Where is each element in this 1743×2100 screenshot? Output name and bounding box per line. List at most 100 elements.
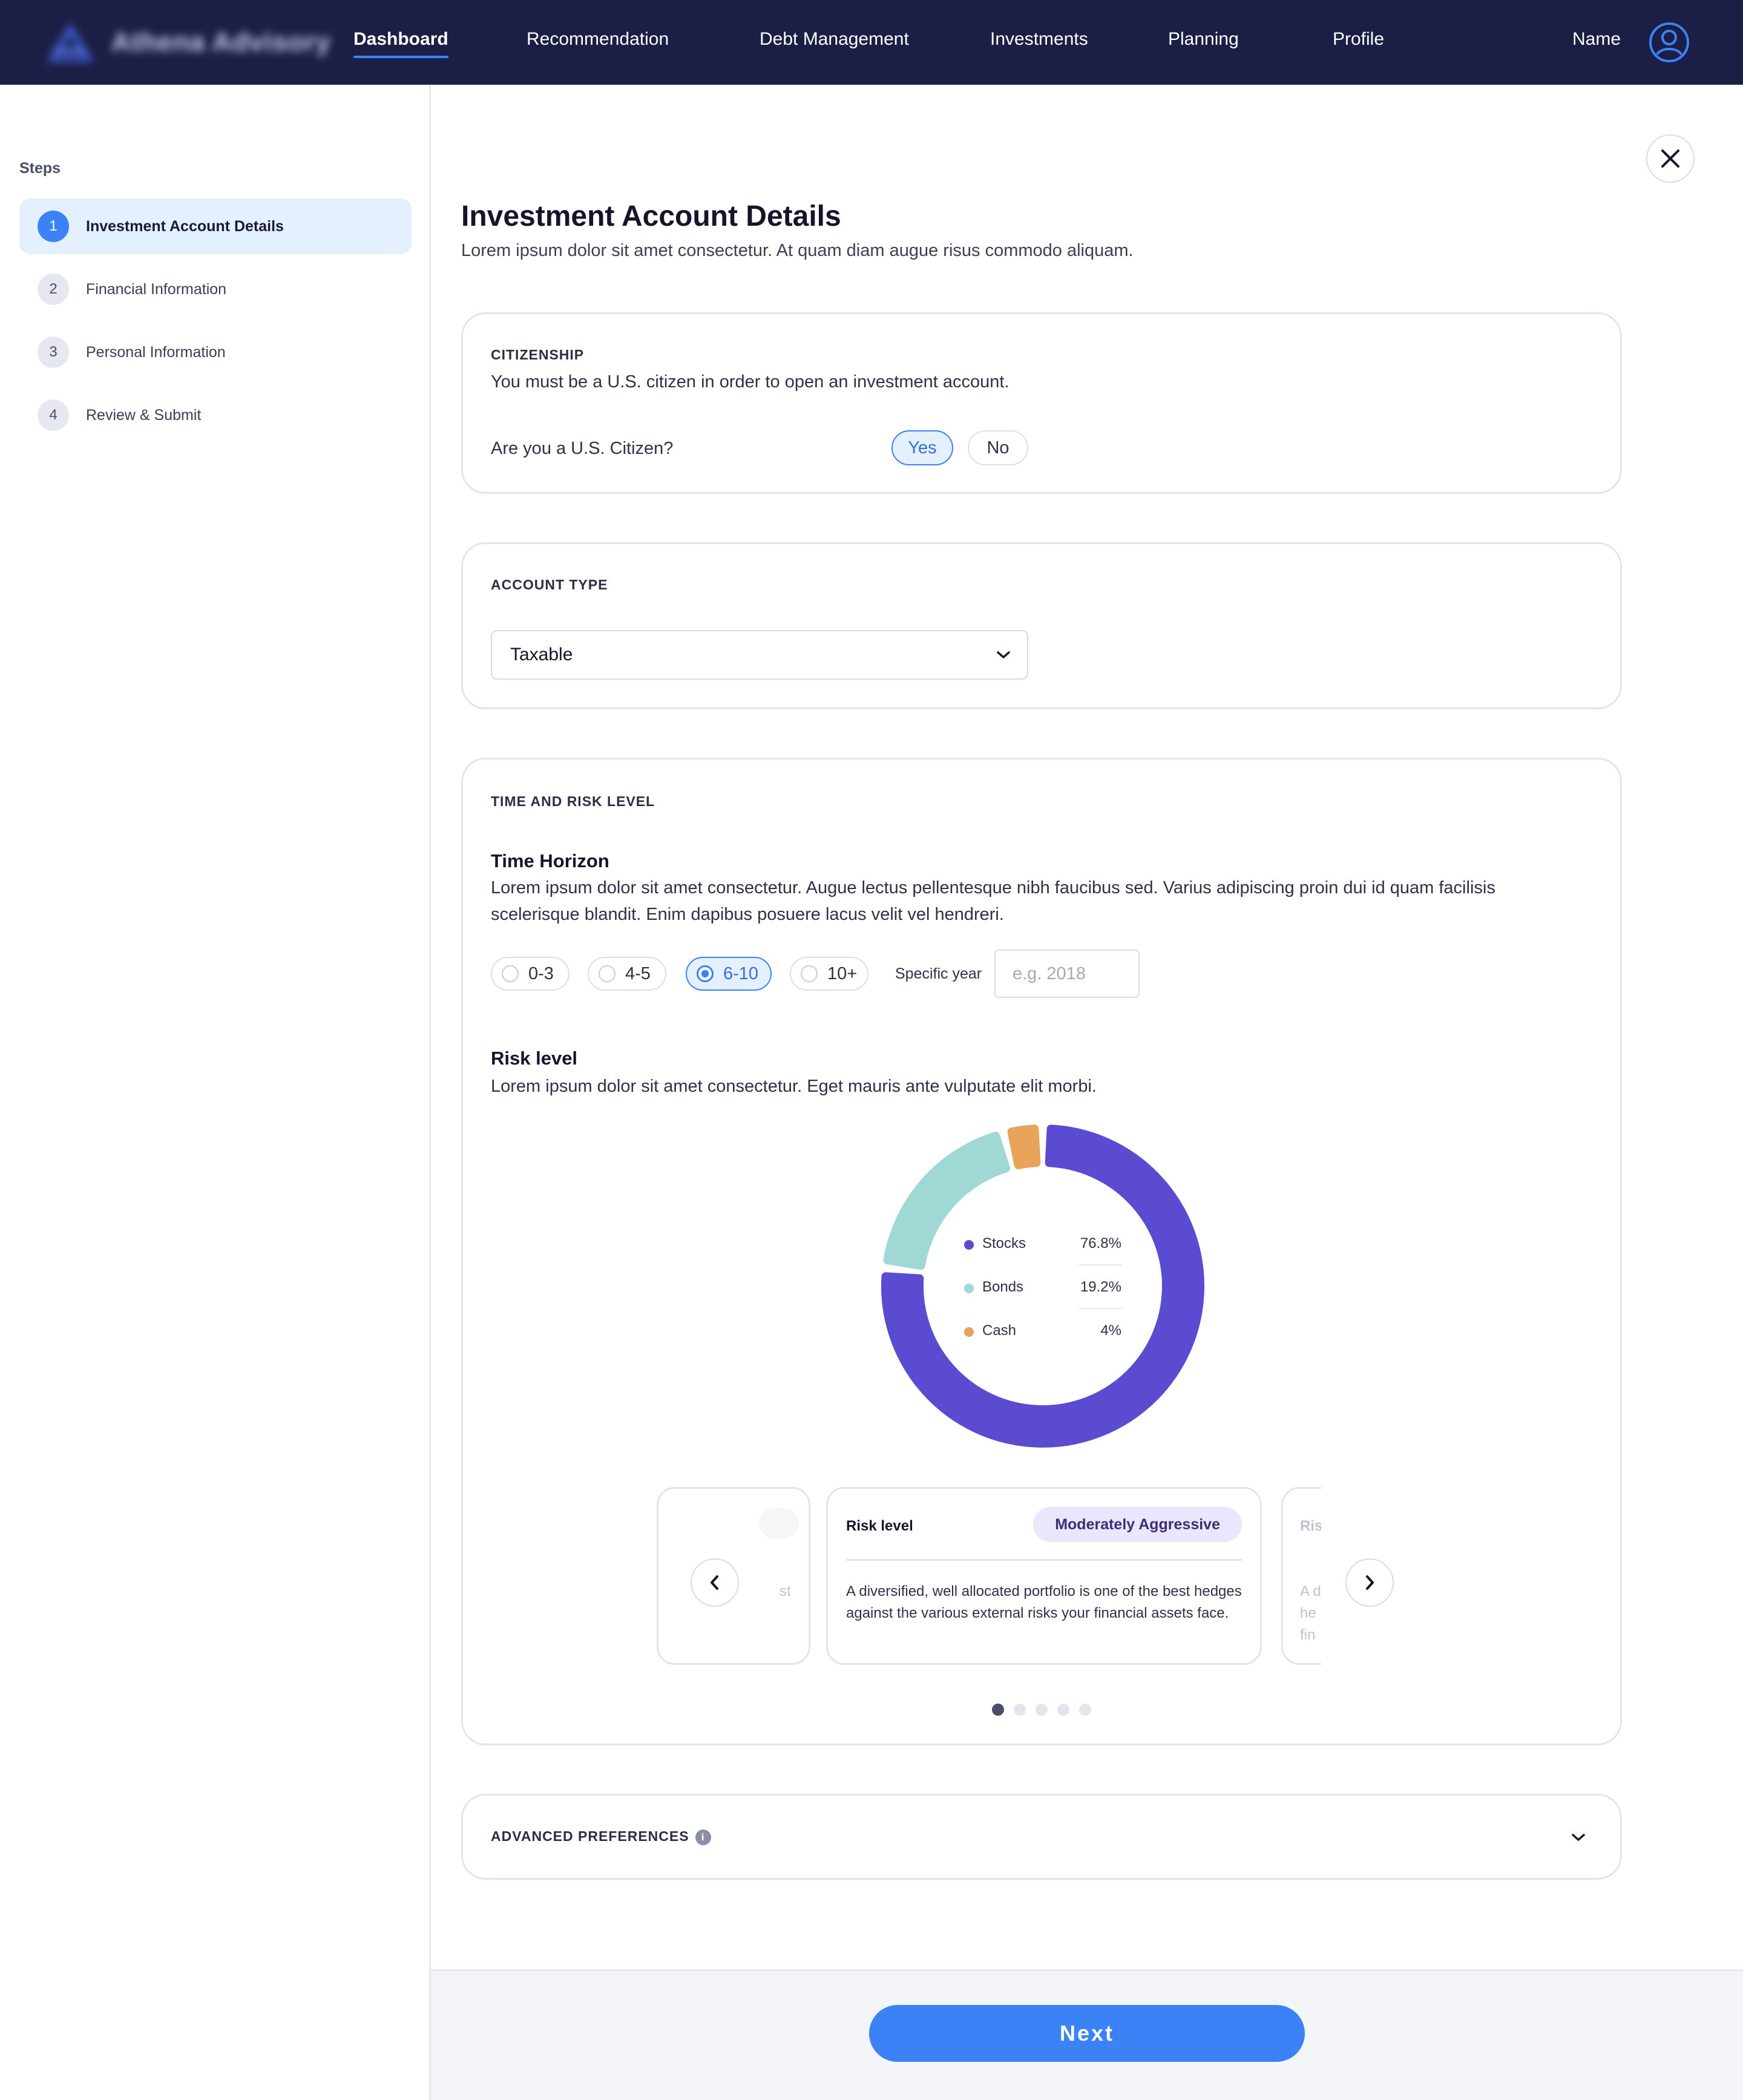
step-number: 3 — [38, 336, 69, 368]
horizon-option-0-3[interactable]: 0-3 — [491, 957, 570, 991]
chevron-right-icon — [1366, 1575, 1374, 1590]
user-name[interactable]: Name — [1572, 29, 1621, 50]
info-icon[interactable]: i — [695, 1829, 711, 1845]
citizenship-label: CITIZENSHIP — [491, 347, 585, 363]
carousel-dot-3[interactable] — [1036, 1704, 1048, 1716]
carousel-card-text: A diversified, well allocated portfolio … — [846, 1583, 1242, 1621]
horizon-option-4-5[interactable]: 4-5 — [588, 957, 666, 991]
brand-name: Athena Advisory — [111, 27, 332, 57]
citizenship-description: You must be a U.S. citizen in order to o… — [491, 372, 1009, 392]
carousel-text-previous: st — [780, 1583, 791, 1600]
horizon-option-6-10[interactable]: 6-10 — [686, 957, 772, 991]
carousel-dot-4[interactable] — [1057, 1704, 1069, 1716]
horizon-option-10-plus[interactable]: 10+ — [790, 957, 868, 991]
citizen-no-button[interactable]: No — [968, 430, 1028, 465]
carousel-badge-previous — [759, 1508, 799, 1538]
carousel-prev-button[interactable] — [691, 1558, 739, 1607]
step-number: 2 — [38, 274, 69, 305]
carousel-card-divider — [846, 1559, 1242, 1561]
specific-year-label: Specific year — [895, 965, 982, 982]
time-horizon-description-line-2: scelerisque blandit. Enim dapibus posuer… — [491, 905, 1004, 924]
legend-label: Cash — [982, 1322, 1017, 1339]
horizon-option-label: 6-10 — [723, 963, 759, 983]
account-type-select[interactable]: Taxable — [491, 630, 1028, 680]
citizen-yes-button[interactable]: Yes — [891, 430, 953, 465]
brand-logo-icon — [47, 23, 93, 62]
legend-dot — [964, 1240, 974, 1250]
specific-year-input[interactable] — [994, 950, 1140, 998]
legend-row-cash: Cash 4% — [964, 1320, 1121, 1344]
legend-row-bonds: Bonds 19.2% — [964, 1276, 1121, 1309]
time-horizon-title: Time Horizon — [491, 850, 609, 871]
citizenship-card: CITIZENSHIP You must be a U.S. citizen i… — [461, 312, 1622, 494]
radio-icon — [801, 965, 818, 982]
carousel-card-current[interactable]: Risk level Moderately Aggressive A diver… — [826, 1487, 1262, 1665]
risk-level-title: Risk level — [491, 1048, 578, 1069]
carousel-card-next[interactable]: Ris A d he fin — [1281, 1487, 1321, 1665]
carousel-dot-5[interactable] — [1079, 1704, 1091, 1716]
time-horizon-description: Lorem ipsum dolor sit amet consectetur. … — [491, 874, 1604, 928]
legend-dot — [964, 1327, 974, 1337]
user-avatar-icon[interactable] — [1649, 22, 1690, 63]
citizenship-question: Are you a U.S. Citizen? — [491, 439, 674, 458]
risk-level-badge: Moderately Aggressive — [1033, 1507, 1242, 1542]
legend-value: 19.2% — [1080, 1279, 1121, 1295]
step-label: Financial Information — [86, 280, 227, 298]
carousel-title-next: Ris — [1300, 1518, 1321, 1534]
legend-divider — [1079, 1264, 1121, 1265]
step-review-submit[interactable]: 4 Review & Submit — [19, 387, 412, 443]
account-type-label: ACCOUNT TYPE — [491, 577, 608, 592]
nav-debt-management[interactable]: Debt Management — [760, 29, 909, 50]
legend-label: Stocks — [982, 1235, 1026, 1252]
legend-label: Bonds — [982, 1279, 1024, 1295]
brand[interactable]: Athena Advisory — [46, 22, 331, 63]
step-personal-information[interactable]: 3 Personal Information — [19, 324, 412, 380]
advanced-preferences-label: ADVANCED PREFERENCES i — [491, 1828, 711, 1845]
chevron-down-icon — [997, 651, 1010, 658]
close-button[interactable] — [1646, 134, 1695, 183]
donut-slice-cash — [1007, 1124, 1041, 1170]
account-type-value: Taxable — [510, 645, 573, 664]
carousel-text-next-line: fin — [1300, 1627, 1316, 1643]
carousel-dot-1[interactable] — [992, 1704, 1004, 1716]
horizon-option-label: 0-3 — [528, 963, 554, 983]
risk-level-description: Lorem ipsum dolor sit amet consectetur. … — [491, 1077, 1097, 1096]
close-icon — [1661, 149, 1679, 168]
next-button[interactable]: Next — [869, 2005, 1305, 2062]
step-investment-account-details[interactable]: 1 Investment Account Details — [19, 199, 412, 254]
legend-value: 76.8% — [1080, 1235, 1121, 1252]
advanced-preferences-card[interactable]: ADVANCED PREFERENCES i — [461, 1794, 1622, 1880]
page-subtitle: Lorem ipsum dolor sit amet consectetur. … — [461, 241, 1134, 260]
radio-icon — [502, 965, 519, 982]
nav-investments[interactable]: Investments — [990, 29, 1088, 50]
top-navigation: Athena Advisory Dashboard Recommendation… — [0, 0, 1743, 85]
radio-selected-icon — [697, 965, 714, 982]
nav-profile[interactable]: Profile — [1333, 29, 1384, 50]
advanced-preferences-text: ADVANCED PREFERENCES — [491, 1828, 689, 1844]
time-risk-label: TIME AND RISK LEVEL — [491, 793, 655, 809]
nav-planning[interactable]: Planning — [1168, 29, 1239, 50]
legend-value: 4% — [1100, 1322, 1121, 1339]
chevron-down-icon[interactable] — [1571, 1832, 1586, 1843]
nav-dashboard[interactable]: Dashboard — [353, 29, 448, 58]
carousel-text-next-line: A d — [1300, 1583, 1321, 1600]
legend-row-stocks: Stocks 76.8% — [964, 1233, 1121, 1265]
radio-icon — [599, 965, 615, 982]
page-title: Investment Account Details — [461, 200, 841, 232]
step-label: Personal Information — [86, 343, 226, 361]
footer-bar: Next — [431, 1969, 1743, 2100]
horizon-option-label: 4-5 — [625, 963, 651, 983]
step-number: 1 — [38, 211, 69, 242]
steps-title: Steps — [19, 160, 61, 177]
time-risk-card: TIME AND RISK LEVEL Time Horizon Lorem i… — [461, 758, 1622, 1745]
carousel-pagination — [463, 1704, 1620, 1716]
nav-recommendation[interactable]: Recommendation — [527, 29, 669, 50]
carousel-next-button[interactable] — [1345, 1558, 1394, 1607]
carousel-dot-2[interactable] — [1014, 1704, 1026, 1716]
step-number: 4 — [38, 399, 69, 431]
legend-divider — [1079, 1308, 1121, 1309]
step-financial-information[interactable]: 2 Financial Information — [19, 261, 412, 317]
carousel-card-title: Risk level — [846, 1518, 913, 1534]
account-type-card: ACCOUNT TYPE Taxable — [461, 542, 1622, 709]
carousel-text-next: A d he fin — [1300, 1581, 1321, 1646]
